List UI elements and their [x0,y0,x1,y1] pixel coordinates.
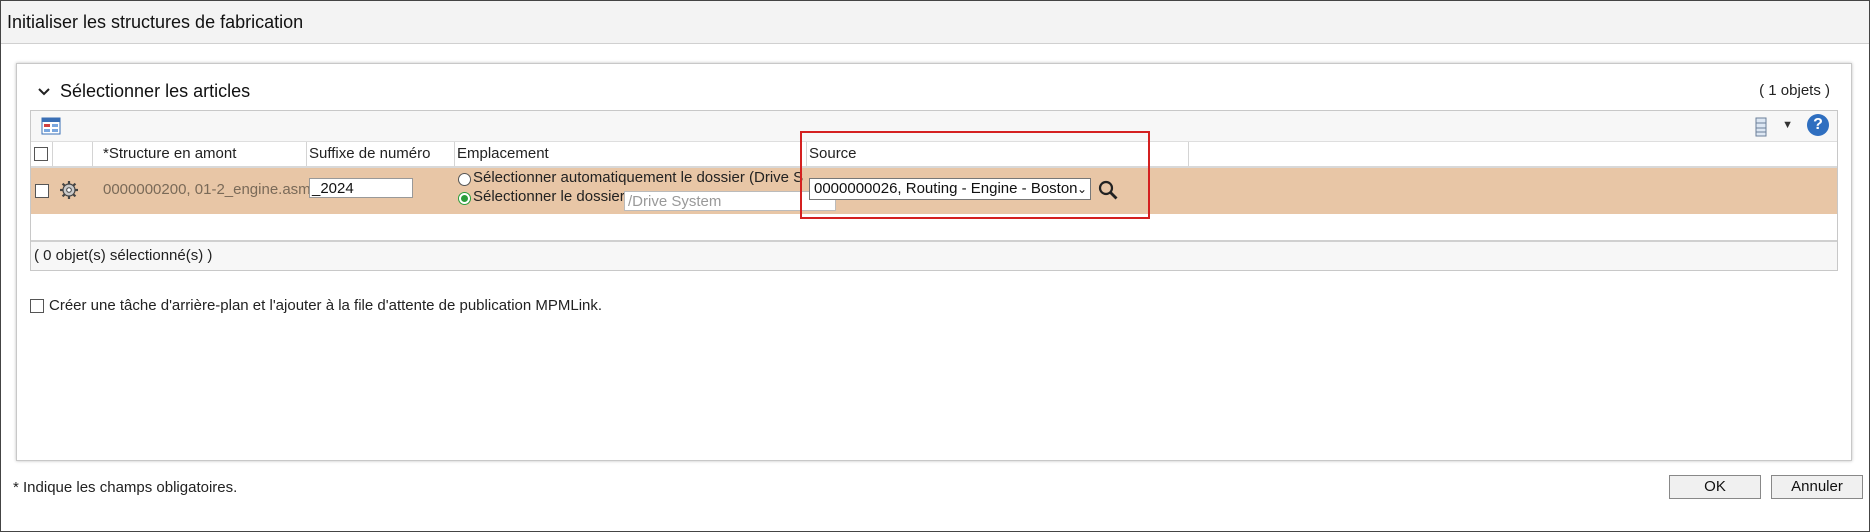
ok-button[interactable]: OK [1669,475,1761,499]
auto-folder-label[interactable]: Sélectionner automatiquement le dossier … [473,169,807,186]
required-note: * Indique les champs obligatoires. [13,479,238,496]
header-select-all-cell [31,142,53,166]
background-task-checkbox[interactable] [30,299,44,313]
gear-icon [60,181,78,199]
header-suffix[interactable]: Suffixe de numéro [307,142,455,166]
select-all-checkbox[interactable] [34,147,48,161]
select-folder-radio[interactable] [458,192,471,205]
header-structure[interactable]: *Structure en amont [101,142,307,166]
header-location[interactable]: Emplacement [455,142,807,166]
suffix-input[interactable]: _2024 [309,178,413,198]
column-view-icon[interactable] [1755,117,1767,137]
table-view-icon[interactable] [41,117,61,135]
header-icon-col [53,142,93,166]
auto-folder-radio[interactable] [458,173,471,186]
cancel-button[interactable]: Annuler [1771,475,1863,499]
view-dropdown-caret-icon[interactable]: ▼ [1782,119,1793,131]
source-annotation-box [800,131,1150,219]
background-task-label: Créer une tâche d'arrière-plan et l'ajou… [49,297,603,314]
row-checkbox[interactable] [35,184,49,198]
section-title: Sélectionner les articles [60,81,251,101]
chevron-down-icon[interactable] [36,84,52,100]
structure-value[interactable]: 0000000200, 01-2_engine.asm, [103,181,315,198]
window-title: Initialiser les structures de fabricatio… [7,12,304,32]
table-footer: ( 0 objet(s) sélectionné(s) ) [31,240,1837,270]
selected-count: ( 0 objet(s) sélectionné(s) ) [34,247,213,264]
select-folder-label[interactable]: Sélectionner le dossier [473,188,625,205]
object-count: ( 1 objets ) [1759,82,1830,99]
title-bar: Initialiser les structures de fabricatio… [1,1,1869,44]
help-icon[interactable]: ? [1807,114,1829,136]
